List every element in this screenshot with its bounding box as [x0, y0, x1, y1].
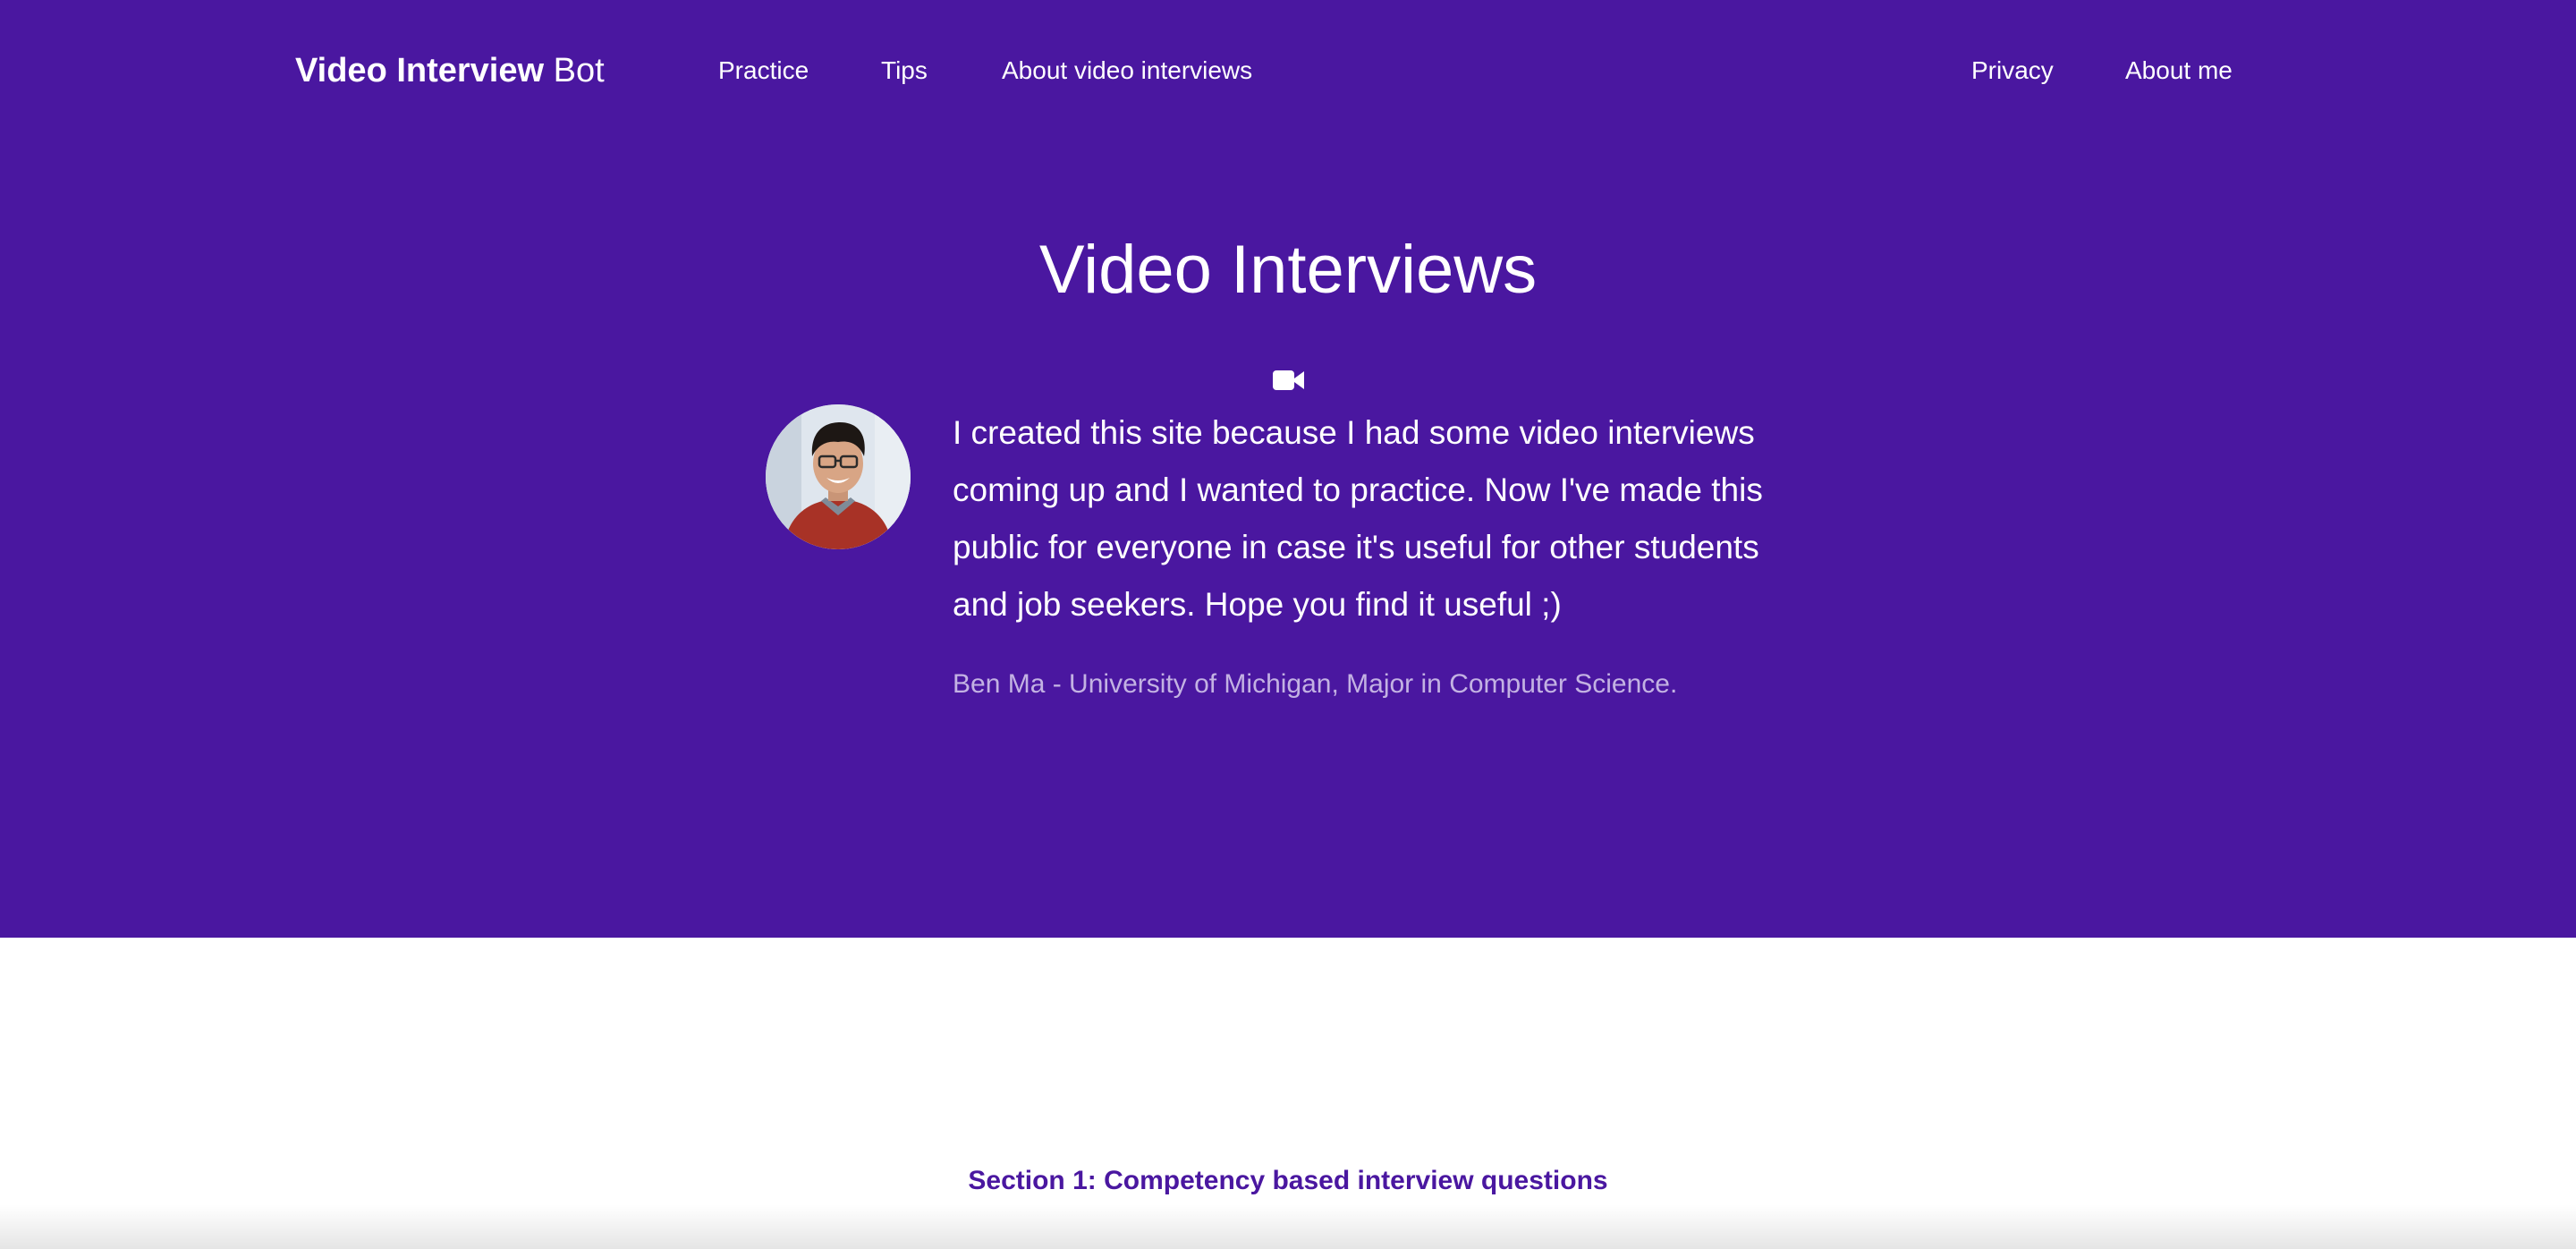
nav-link-privacy[interactable]: Privacy — [1971, 55, 2054, 86]
video-camera-icon — [1273, 370, 1304, 390]
section-1-link[interactable]: Section 1: Competency based interview qu… — [0, 1163, 2576, 1199]
author-avatar — [766, 404, 911, 549]
author-photo — [766, 404, 911, 549]
top-navbar: Video Interview Bot Practice Tips About … — [0, 0, 2576, 141]
author-quote: I created this site because I had some v… — [953, 414, 1763, 623]
nav-link-practice[interactable]: Practice — [718, 55, 809, 86]
nav-link-about-video-interviews[interactable]: About video interviews — [1002, 55, 1252, 86]
page-title: Video Interviews — [1038, 232, 1538, 308]
author-attribution: Ben Ma - University of Michigan, Major i… — [953, 669, 1678, 699]
hero-banner: Video Interview Bot Practice Tips About … — [0, 0, 2576, 938]
bottom-shadow — [0, 1204, 2576, 1249]
nav-link-tips[interactable]: Tips — [881, 55, 928, 86]
brand-name-light: Bot — [544, 52, 605, 89]
brand-logo-link[interactable]: Video Interview Bot — [295, 50, 605, 91]
brand-name-bold: Video Interview — [295, 52, 545, 89]
nav-link-about-me[interactable]: About me — [2125, 55, 2233, 86]
